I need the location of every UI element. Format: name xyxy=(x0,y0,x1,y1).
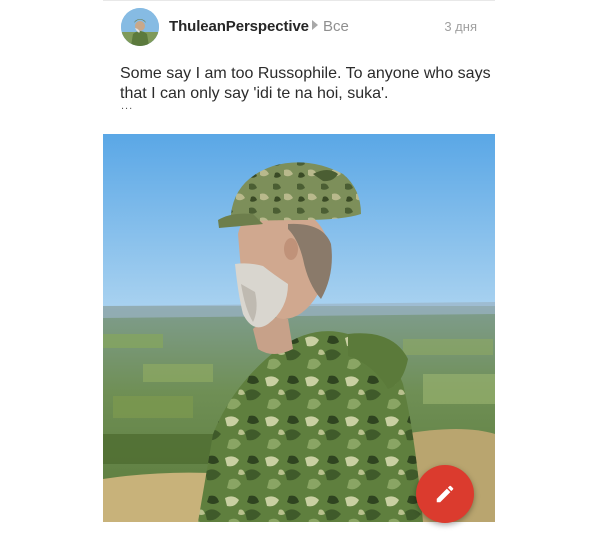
post-text: Some say I am too Russophile. To anyone … xyxy=(120,65,491,102)
more-indicator[interactable]: ... xyxy=(121,100,133,112)
divider xyxy=(103,0,495,1)
post-photo[interactable] xyxy=(103,134,495,522)
author-name[interactable]: ThuleanPerspective xyxy=(169,18,309,35)
post-card: ThuleanPerspective Все 3 дня Some say I … xyxy=(0,0,600,533)
timestamp: 3 дня xyxy=(444,19,477,34)
avatar[interactable] xyxy=(121,8,159,46)
post-header: ThuleanPerspective Все 3 дня xyxy=(121,8,481,48)
pencil-icon xyxy=(436,485,454,503)
compose-button[interactable] xyxy=(416,465,474,523)
play-arrow-icon xyxy=(312,20,318,30)
audience-label[interactable]: Все xyxy=(323,18,349,35)
